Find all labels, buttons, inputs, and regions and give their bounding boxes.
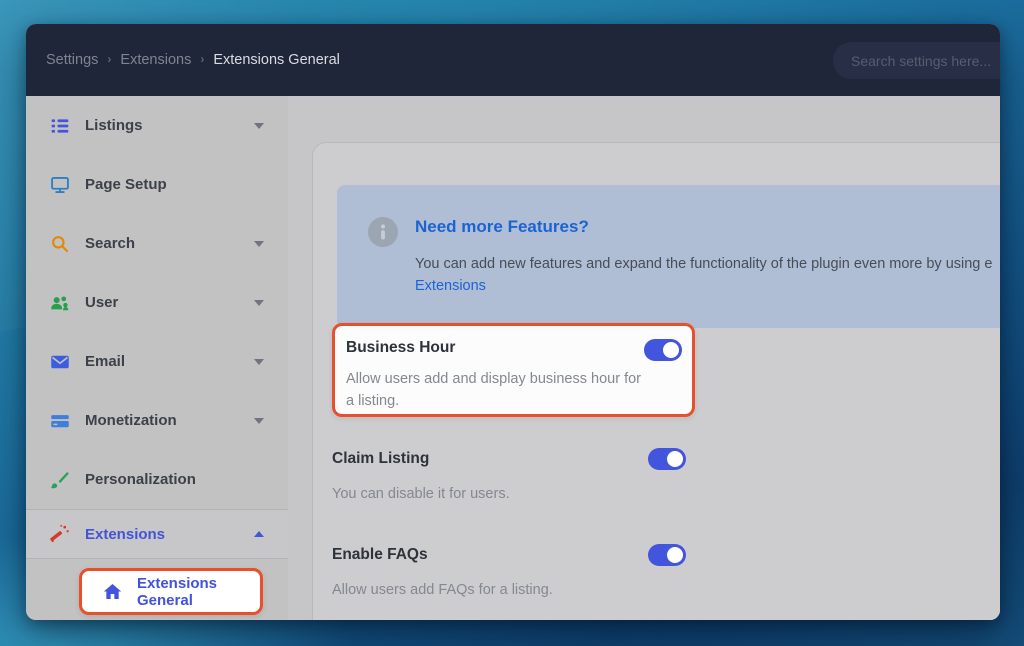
claim-listing-toggle[interactable]: [648, 448, 686, 470]
sidebar-item-label: Monetization: [85, 412, 177, 429]
info-banner: Need more Features? You can add new feat…: [337, 185, 1000, 328]
submenu-item-label: Extensions General: [137, 575, 260, 609]
setting-label-business-hour: Business Hour: [346, 339, 455, 357]
magic-wand-icon: [50, 524, 70, 544]
info-icon: [368, 217, 398, 247]
top-header-bar: Settings › Extensions › Extensions Gener…: [26, 24, 1000, 96]
sidebar-item-monetization[interactable]: Monetization: [26, 391, 288, 450]
setting-description: Allow users add and display business hou…: [346, 368, 646, 412]
paintbrush-icon: [50, 470, 70, 490]
email-icon: [50, 352, 70, 372]
banner-body-text: You can add new features and expand the …: [415, 256, 992, 272]
sidebar-item-extensions-general[interactable]: Extensions General: [79, 568, 263, 615]
sidebar-item-label: Email: [85, 353, 125, 370]
list-icon: [50, 116, 70, 136]
credit-card-icon: [50, 411, 70, 431]
chevron-down-icon: [254, 418, 264, 424]
sidebar-item-label: Personalization: [85, 471, 196, 488]
monitor-icon: [50, 175, 70, 195]
users-icon: [50, 293, 70, 313]
sidebar-item-label: Search: [85, 235, 135, 252]
extensions-submenu: Extensions General: [26, 559, 288, 620]
setting-label-enable-faqs: Enable FAQs: [332, 546, 428, 564]
sidebar-item-personalization[interactable]: Personalization: [26, 450, 288, 509]
banner-title: Need more Features?: [415, 217, 589, 237]
breadcrumb: Settings › Extensions › Extensions Gener…: [46, 24, 340, 96]
annotation-highlight-business-hour: Business Hour Allow users add and displa…: [332, 323, 695, 417]
settings-window: Settings › Extensions › Extensions Gener…: [26, 24, 1000, 620]
breadcrumb-separator-icon: ›: [200, 52, 204, 66]
setting-row-claim-listing: Claim Listing You can disable it for use…: [332, 448, 686, 505]
home-icon: [103, 582, 122, 601]
setting-row-enable-faqs: Enable FAQs Allow users add FAQs for a l…: [332, 544, 686, 601]
sidebar-item-label: Extensions: [85, 526, 165, 543]
desktop-wallpaper: Settings › Extensions › Extensions Gener…: [0, 0, 1024, 646]
settings-content: Need more Features? You can add new feat…: [288, 96, 1000, 620]
breadcrumb-extensions[interactable]: Extensions: [120, 52, 191, 68]
chevron-down-icon: [254, 359, 264, 365]
search-icon: [50, 234, 70, 254]
banner-extensions-link[interactable]: Extensions: [415, 278, 486, 294]
sidebar-item-label: User: [85, 294, 118, 311]
chevron-down-icon: [254, 300, 264, 306]
sidebar-item-page-setup[interactable]: Page Setup: [26, 155, 288, 214]
setting-label-claim-listing: Claim Listing: [332, 450, 429, 468]
sidebar-item-user[interactable]: User: [26, 273, 288, 332]
setting-description: You can disable it for users.: [332, 483, 686, 505]
breadcrumb-separator-icon: ›: [107, 52, 111, 66]
enable-faqs-toggle[interactable]: [648, 544, 686, 566]
sidebar-item-listings[interactable]: Listings: [26, 96, 288, 155]
sidebar-item-extensions[interactable]: Extensions: [26, 509, 288, 559]
business-hour-toggle[interactable]: [644, 339, 682, 361]
chevron-up-icon: [254, 531, 264, 537]
sidebar-item-label: Page Setup: [85, 176, 167, 193]
chevron-down-icon: [254, 123, 264, 129]
chevron-down-icon: [254, 241, 264, 247]
breadcrumb-current: Extensions General: [213, 52, 340, 68]
breadcrumb-settings[interactable]: Settings: [46, 52, 98, 68]
sidebar-item-email[interactable]: Email: [26, 332, 288, 391]
settings-search-input[interactable]: [833, 42, 1000, 79]
sidebar-item-label: Listings: [85, 117, 143, 134]
sidebar-item-search[interactable]: Search: [26, 214, 288, 273]
setting-description: Allow users add FAQs for a listing.: [332, 579, 686, 601]
settings-sidebar: Listings Page Setup Search: [26, 96, 288, 620]
